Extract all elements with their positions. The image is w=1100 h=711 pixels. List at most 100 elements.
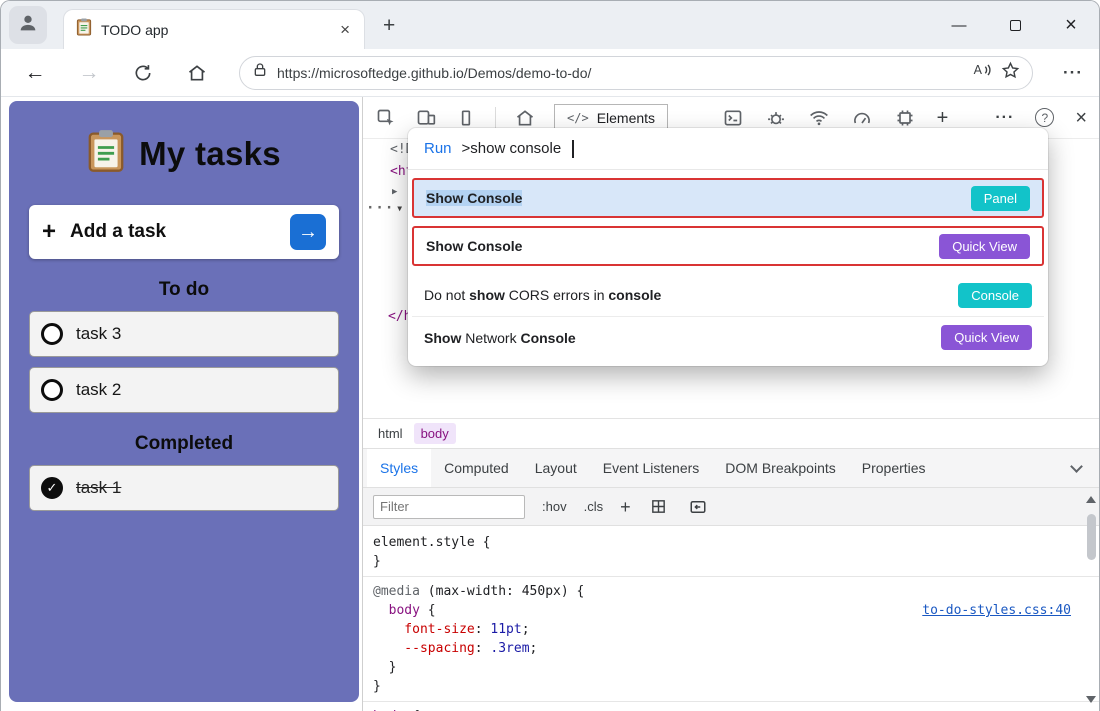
- styles-rules: element.style {}@media (max-width: 450px…: [363, 526, 1099, 711]
- css-token: :: [475, 641, 491, 656]
- node-overflow-marker[interactable]: ··· ▼: [366, 201, 402, 215]
- inspect-element-icon[interactable]: [375, 107, 397, 129]
- css-code-segments: element.style {: [373, 533, 490, 552]
- styles-filter-input[interactable]: [373, 495, 525, 519]
- command-query-text[interactable]: >show console: [462, 140, 562, 157]
- css-code-segments: body {: [373, 601, 436, 620]
- welcome-tab-home-icon[interactable]: [514, 107, 536, 129]
- page-content: My tasks + Add a task → To dotask 3task …: [1, 97, 1099, 711]
- palette-result-row[interactable]: Show ConsoleQuick View: [412, 226, 1044, 266]
- focus-panel-icon[interactable]: [455, 107, 477, 129]
- breadcrumb-item-body[interactable]: body: [414, 423, 456, 444]
- add-panel-button[interactable]: +: [937, 108, 949, 128]
- palette-result-badge[interactable]: Quick View: [941, 325, 1032, 350]
- scrollbar-thumb[interactable]: [1087, 514, 1096, 560]
- checked-radio-icon[interactable]: ✓: [41, 477, 63, 499]
- devtools-more-menu-button[interactable]: ···: [995, 109, 1014, 127]
- css-token: {: [569, 584, 585, 599]
- task-item[interactable]: task 3: [29, 311, 339, 357]
- scroll-down-icon[interactable]: [1086, 696, 1096, 703]
- computed-sidebar-toggle-icon[interactable]: [687, 496, 709, 518]
- task-item[interactable]: task 2: [29, 367, 339, 413]
- tab-layout[interactable]: Layout: [522, 449, 590, 487]
- palette-result-row[interactable]: Do not show CORS errors in consoleConsol…: [412, 274, 1044, 316]
- css-token: {: [420, 603, 436, 618]
- new-style-rule-button[interactable]: +: [620, 498, 631, 516]
- tab-properties[interactable]: Properties: [849, 449, 939, 487]
- palette-result-row[interactable]: Show ConsolePanel: [412, 178, 1044, 218]
- command-input-row[interactable]: Run >show console: [408, 128, 1048, 170]
- expand-arrow-icon[interactable]: ▶: [392, 187, 397, 197]
- css-code-segments: body {: [373, 707, 420, 711]
- task-item[interactable]: ✓task 1: [29, 465, 339, 511]
- device-emulation-icon[interactable]: [415, 107, 437, 129]
- new-tab-button[interactable]: +: [383, 15, 395, 36]
- scroll-up-icon[interactable]: [1086, 496, 1096, 503]
- window-close-button[interactable]: ×: [1043, 1, 1099, 49]
- styles-pane: :hov .cls + element.style {}@media (max-…: [363, 488, 1099, 711]
- url-text[interactable]: https://microsoftedge.github.io/Demos/de…: [277, 65, 963, 81]
- css-token: }: [373, 679, 381, 694]
- chevron-down-icon: [1070, 460, 1083, 473]
- expand-down-icon[interactable]: ▼: [397, 204, 402, 213]
- add-task-submit-button[interactable]: →: [290, 214, 326, 250]
- devtools-close-button[interactable]: ×: [1075, 108, 1087, 128]
- home-button[interactable]: [185, 61, 209, 85]
- console-panel-icon[interactable]: [722, 107, 744, 129]
- css-token: ;: [530, 641, 538, 656]
- forward-button[interactable]: →: [77, 61, 101, 85]
- toolbar-divider: [495, 107, 496, 129]
- minimize-button[interactable]: —: [931, 1, 987, 49]
- tab-close-icon[interactable]: ×: [338, 21, 352, 38]
- css-code-segments: --spacing: .3rem;: [373, 639, 537, 658]
- refresh-button[interactable]: [131, 61, 155, 85]
- css-source-link[interactable]: to-do-styles.css:40: [922, 601, 1071, 620]
- browser-tab[interactable]: TODO app ×: [63, 9, 365, 49]
- memory-chip-icon[interactable]: [894, 107, 916, 129]
- css-code-line: --spacing: .3rem;: [373, 639, 1099, 658]
- palette-result-badge[interactable]: Panel: [971, 186, 1030, 211]
- todo-sections: To dotask 3task 2Completed✓task 1: [9, 279, 359, 511]
- profile-button[interactable]: [9, 6, 47, 44]
- tab-computed[interactable]: Computed: [431, 449, 522, 487]
- favorites-star-icon[interactable]: [1001, 61, 1020, 85]
- help-icon[interactable]: ?: [1035, 108, 1054, 127]
- css-code-line: font-size: 11pt;: [373, 620, 1099, 639]
- lock-icon[interactable]: [252, 62, 268, 83]
- maximize-button[interactable]: [987, 1, 1043, 49]
- palette-result-badge[interactable]: Console: [958, 283, 1032, 308]
- class-toggle[interactable]: .cls: [584, 499, 604, 514]
- tab-overflow-button[interactable]: [1072, 449, 1081, 487]
- add-task-form[interactable]: + Add a task →: [29, 205, 339, 259]
- css-token: element.style: [373, 535, 475, 550]
- tab-styles[interactable]: Styles: [367, 449, 431, 487]
- css-code-segments: }: [373, 658, 396, 677]
- grid-overlay-icon[interactable]: [648, 496, 670, 518]
- palette-result-row[interactable]: Show Network ConsoleQuick View: [412, 316, 1044, 358]
- read-aloud-icon[interactable]: A: [972, 60, 992, 85]
- network-wifi-icon[interactable]: [808, 107, 830, 129]
- pseudo-state-toggle[interactable]: :hov: [542, 499, 567, 514]
- css-code-line: }: [373, 658, 1099, 677]
- command-palette: Run >show console Show ConsolePanelShow …: [408, 128, 1048, 366]
- radio-icon[interactable]: [41, 323, 63, 345]
- styles-scrollbar[interactable]: [1085, 496, 1098, 703]
- debugger-bug-icon[interactable]: [765, 107, 787, 129]
- result-text-segment: Show: [424, 330, 461, 346]
- overflow-dots-icon[interactable]: ···: [366, 201, 394, 215]
- code-brackets-icon: </>: [567, 111, 589, 125]
- back-button[interactable]: ←: [23, 61, 47, 85]
- add-task-label[interactable]: Add a task: [70, 221, 166, 243]
- css-token: @media: [373, 584, 420, 599]
- address-bar[interactable]: https://microsoftedge.github.io/Demos/de…: [239, 56, 1033, 90]
- performance-gauge-icon[interactable]: [851, 107, 873, 129]
- radio-icon[interactable]: [41, 379, 63, 401]
- breadcrumb-item-html[interactable]: html: [371, 423, 410, 444]
- browser-settings-menu-button[interactable]: ···: [1063, 63, 1083, 83]
- css-token: body: [373, 603, 420, 618]
- palette-result-badge[interactable]: Quick View: [939, 234, 1030, 259]
- css-code-line: }: [373, 552, 1099, 571]
- breadcrumb: html body: [363, 418, 1099, 448]
- tab-event-listeners[interactable]: Event Listeners: [590, 449, 713, 487]
- tab-dom-breakpoints[interactable]: DOM Breakpoints: [712, 449, 848, 487]
